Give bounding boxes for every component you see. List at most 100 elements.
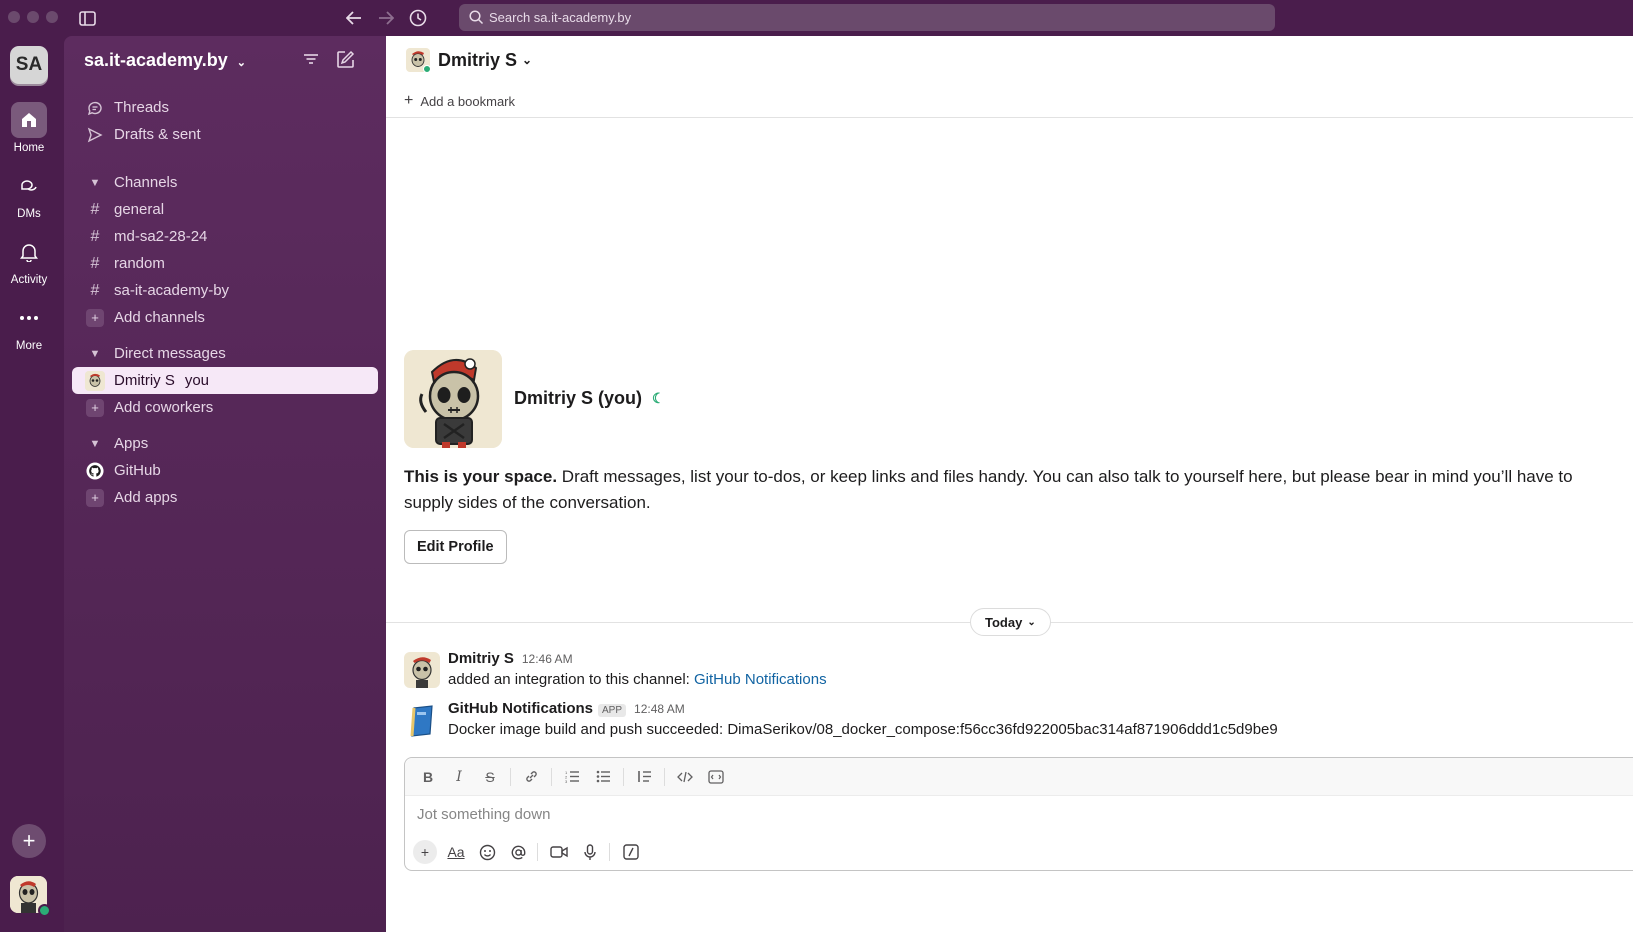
sidebar-toggle-icon[interactable] xyxy=(76,7,98,29)
notebook-icon xyxy=(404,702,440,738)
toolbar-divider xyxy=(510,767,511,786)
video-clip-icon[interactable] xyxy=(547,840,571,864)
rail-more-button[interactable]: More xyxy=(0,300,58,352)
sidebar-item-channel-sa-it-academy-by[interactable]: # sa-it-academy-by xyxy=(72,277,378,304)
presence-active-dot xyxy=(38,904,51,917)
message-body: Docker image build and push succeeded: D… xyxy=(448,721,1278,738)
workspace-switcher[interactable]: SA xyxy=(10,46,48,84)
channel-label: sa-it-academy-by xyxy=(114,282,230,299)
avatar-image xyxy=(404,350,502,448)
slash-command-icon[interactable] xyxy=(619,840,643,864)
message-author[interactable]: GitHub Notifications xyxy=(448,700,593,717)
date-divider-button[interactable]: Today ⌄ xyxy=(970,608,1051,636)
compose-icon[interactable] xyxy=(336,50,358,72)
status-emoji-icon[interactable]: ☾ xyxy=(652,390,665,407)
close-window-button[interactable] xyxy=(8,11,20,23)
workspace-name-menu[interactable]: sa.it-academy.by ⌄ xyxy=(84,50,246,71)
rail-home-label: Home xyxy=(13,142,45,154)
message-avatar[interactable] xyxy=(404,652,440,688)
message-body: added an integration to this channel: Gi… xyxy=(448,671,827,688)
message-timestamp[interactable]: 12:46 AM xyxy=(522,652,573,666)
bulleted-list-icon[interactable] xyxy=(592,766,614,788)
dm-icon xyxy=(11,168,47,204)
search-icon xyxy=(469,10,484,25)
window-titlebar: Search sa.it-academy.by xyxy=(0,0,1633,36)
sidebar-item-channel-md-sa2-28-24[interactable]: # md-sa2-28-24 xyxy=(72,223,378,250)
rail-dms-button[interactable]: DMs xyxy=(0,168,58,220)
github-icon xyxy=(86,461,104,481)
intro-name: Dmitriy S (you) ☾ xyxy=(514,388,665,409)
attach-plus-icon[interactable]: + xyxy=(413,840,437,864)
add-workspace-button[interactable]: + xyxy=(12,824,46,858)
message-input[interactable]: Jot something down xyxy=(417,806,550,823)
intro-avatar[interactable] xyxy=(404,350,502,448)
rail-activity-button[interactable]: Activity xyxy=(0,234,58,286)
strikethrough-icon[interactable]: S xyxy=(479,766,501,788)
composer-actions: + Aa xyxy=(413,840,650,864)
dm-you-label: you xyxy=(184,372,210,389)
threads-icon xyxy=(86,100,104,116)
minimize-window-button[interactable] xyxy=(27,11,39,23)
section-apps-toggle[interactable]: ▼ Apps xyxy=(72,430,378,457)
add-apps-button[interactable]: + Add apps xyxy=(72,484,378,511)
date-divider-label: Today xyxy=(985,614,1023,630)
section-channels-toggle[interactable]: ▼ Channels xyxy=(72,169,378,196)
add-apps-label: Add apps xyxy=(114,489,178,506)
avatar xyxy=(406,48,431,73)
zoom-window-button[interactable] xyxy=(46,11,58,23)
blockquote-icon[interactable] xyxy=(633,766,655,788)
intro-text-bold: This is your space. xyxy=(404,467,558,486)
plus-icon: + xyxy=(22,828,36,853)
message-avatar[interactable] xyxy=(404,702,440,738)
sidebar-item-channel-random[interactable]: # random xyxy=(72,250,378,277)
chevron-down-icon: ⌄ xyxy=(522,53,533,67)
section-direct-messages-toggle[interactable]: ▼ Direct messages xyxy=(72,340,378,367)
bold-icon[interactable]: B xyxy=(417,766,439,788)
chevron-down-icon: ⌄ xyxy=(236,57,246,69)
rail-home-button[interactable]: Home xyxy=(0,102,58,154)
search-input[interactable]: Search sa.it-academy.by xyxy=(459,4,1275,31)
filter-icon[interactable] xyxy=(302,50,324,72)
caret-down-icon: ▼ xyxy=(89,437,101,450)
italic-icon[interactable]: I xyxy=(448,766,470,788)
sidebar-item-app-github[interactable]: GitHub xyxy=(72,457,378,484)
section-apps-label: Apps xyxy=(114,435,149,452)
link-icon[interactable] xyxy=(520,766,542,788)
add-bookmark-label: Add a bookmark xyxy=(420,93,516,109)
section-dm-label: Direct messages xyxy=(114,345,226,362)
add-bookmark-button[interactable]: + Add a bookmark xyxy=(404,92,515,110)
mention-icon[interactable] xyxy=(506,840,530,864)
plus-icon: + xyxy=(86,308,104,327)
add-coworkers-button[interactable]: + Add coworkers xyxy=(72,394,378,421)
hash-icon: # xyxy=(90,200,100,218)
plus-icon: + xyxy=(404,92,414,109)
search-placeholder: Search sa.it-academy.by xyxy=(489,10,632,25)
message-text: added an integration to this channel: xyxy=(448,671,695,688)
sidebar-item-dm-self[interactable]: Dmitriy S you xyxy=(72,367,378,394)
emoji-icon[interactable] xyxy=(475,840,499,864)
user-avatar[interactable] xyxy=(10,876,51,917)
sidebar-item-channel-general[interactable]: # general xyxy=(72,196,378,223)
sidebar-item-threads[interactable]: Threads xyxy=(72,94,378,121)
edit-profile-button[interactable]: Edit Profile xyxy=(404,530,507,564)
send-icon xyxy=(86,127,104,143)
text-format-icon[interactable]: Aa xyxy=(444,840,468,864)
section-channels-label: Channels xyxy=(114,174,178,191)
channel-header: Dmitriy S ⌄ + Add a bookmark xyxy=(386,36,1633,118)
message-author[interactable]: Dmitriy S xyxy=(448,650,514,667)
integration-link[interactable]: GitHub Notifications xyxy=(694,671,827,688)
channel-title-menu[interactable]: Dmitriy S ⌄ xyxy=(406,48,533,73)
rail-dms-label: DMs xyxy=(17,208,41,220)
code-block-icon[interactable] xyxy=(705,766,727,788)
add-channels-button[interactable]: + Add channels xyxy=(72,304,378,331)
caret-down-icon: ▼ xyxy=(89,347,101,360)
sidebar-item-drafts-sent[interactable]: Drafts & sent xyxy=(72,121,378,148)
code-icon[interactable] xyxy=(674,766,696,788)
message-timestamp[interactable]: 12:48 AM xyxy=(634,702,685,716)
back-arrow-icon[interactable] xyxy=(343,7,365,29)
history-clock-icon[interactable] xyxy=(407,7,429,29)
channel-label: general xyxy=(114,201,165,218)
microphone-icon[interactable] xyxy=(578,840,602,864)
ordered-list-icon[interactable]: 123 xyxy=(561,766,583,788)
forward-arrow-icon[interactable] xyxy=(375,7,397,29)
